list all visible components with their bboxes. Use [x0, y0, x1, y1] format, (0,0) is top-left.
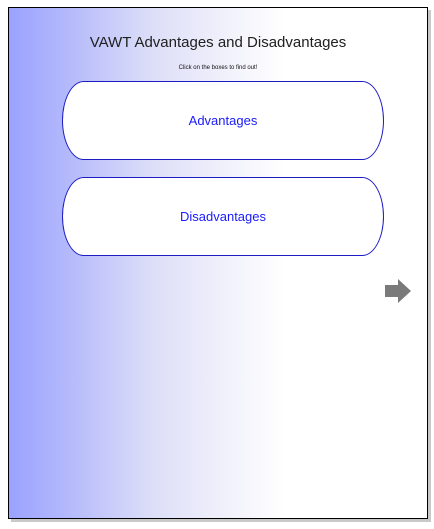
disadvantages-label: Disadvantages: [180, 209, 266, 224]
advantages-button[interactable]: Advantages: [62, 81, 384, 160]
slide-shadow-bottom: [11, 519, 431, 522]
right-arrow-icon[interactable]: [385, 279, 411, 303]
slide-title: VAWT Advantages and Disadvantages: [89, 34, 347, 51]
slide-shadow-right: [428, 10, 431, 522]
disadvantages-button[interactable]: Disadvantages: [62, 177, 384, 256]
slide-subtitle: Click on the boxes to find out!: [178, 65, 258, 71]
advantages-label: Advantages: [188, 113, 258, 128]
presentation-window: VAWT Advantages and Disadvantages Click …: [0, 0, 434, 529]
